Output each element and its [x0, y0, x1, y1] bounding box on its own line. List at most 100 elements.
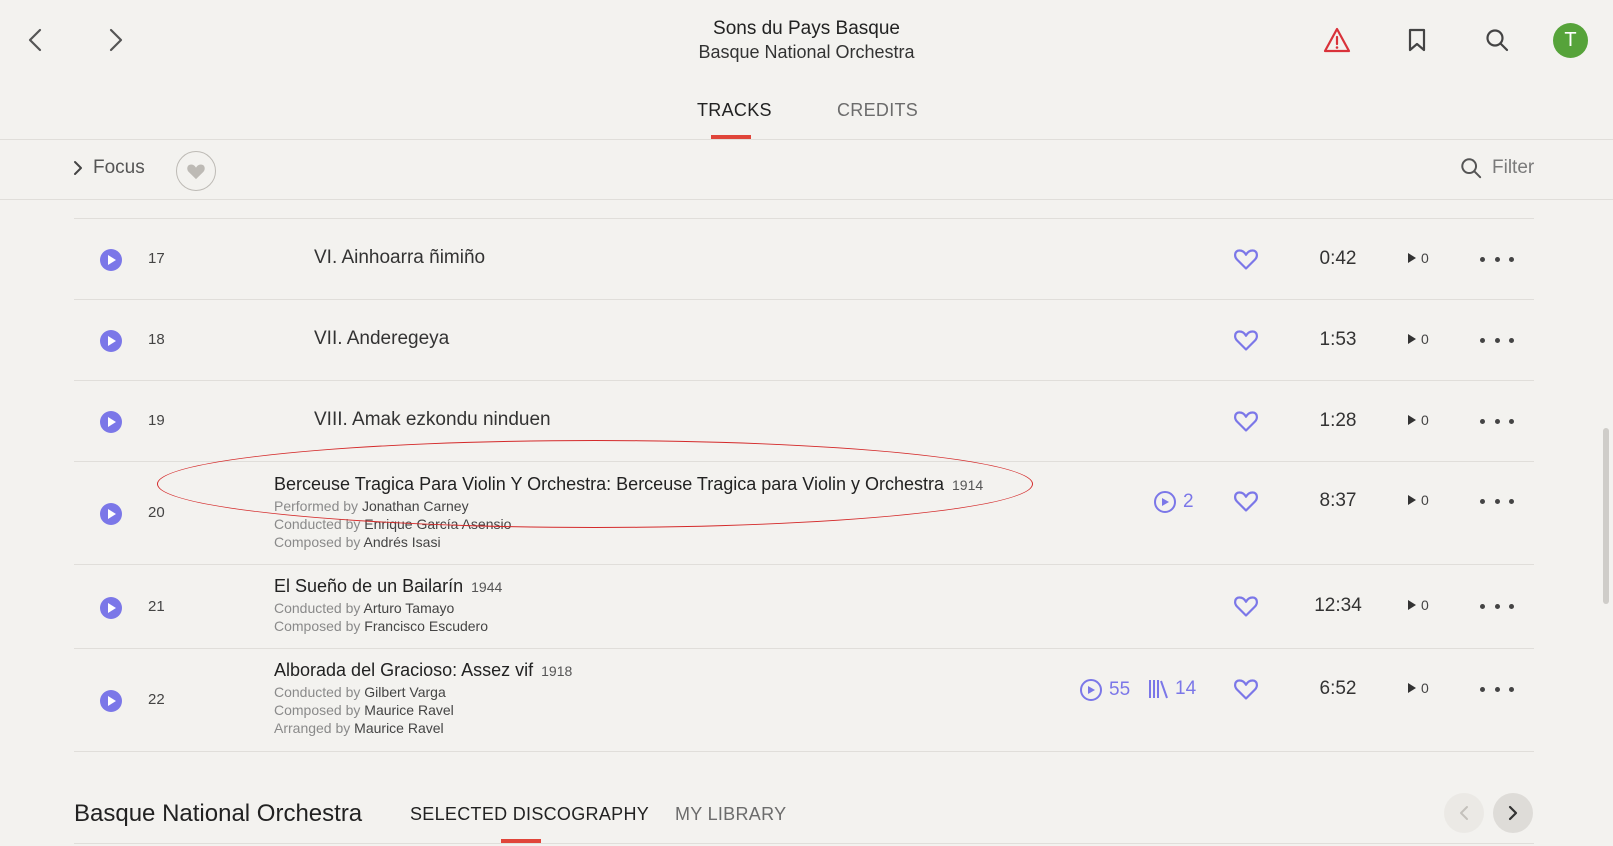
- artist-section: Basque National Orchestra SELECTED DISCO…: [0, 786, 1613, 846]
- library-badge[interactable]: 14: [1147, 678, 1196, 700]
- recordings-count: 55: [1109, 679, 1131, 700]
- search-icon: [1486, 29, 1509, 52]
- favorite-button[interactable]: [1232, 487, 1260, 515]
- filter-button[interactable]: Filter: [1460, 157, 1534, 179]
- more-button[interactable]: [1480, 596, 1514, 616]
- credit-line: Composed by Francisco Escudero: [274, 617, 502, 635]
- play-count: 0: [1407, 412, 1429, 428]
- track-row[interactable]: 2 0 Berceuse Tragica Para Violin Y Orches…: [74, 462, 1534, 565]
- recordings-count: 2: [1183, 491, 1194, 512]
- track-title[interactable]: VII. Anderegeya: [314, 328, 449, 350]
- play-count: 0: [1407, 250, 1429, 266]
- chevron-right-icon: [1508, 805, 1518, 821]
- favorite-album-button[interactable]: [176, 151, 216, 191]
- credit-role: Composed by: [274, 534, 361, 550]
- play-button[interactable]: [100, 330, 122, 352]
- track-number: 18: [148, 331, 165, 348]
- track-title[interactable]: VIII. Amak ezkondu ninduen: [314, 409, 551, 431]
- play-icon: [1408, 600, 1416, 610]
- credit-line: Conducted by Gilbert Varga: [274, 683, 572, 701]
- play-icon: [1408, 683, 1416, 693]
- track-row[interactable]: 17 VI. Ainhoarra ñimiño 0:42 0: [74, 219, 1534, 300]
- divider: [74, 843, 1534, 844]
- play-icon: [108, 509, 116, 519]
- play-button[interactable]: [100, 503, 122, 525]
- track-row[interactable]: 19 VIII. Amak ezkondu ninduen 1:28 0: [74, 381, 1534, 462]
- credit-line: Conducted by Enrique García Asensio: [274, 515, 983, 533]
- heart-icon: [187, 164, 205, 180]
- more-button[interactable]: [1480, 679, 1514, 699]
- track-title[interactable]: Alborada del Gracioso: Assez vif 1918: [274, 658, 572, 683]
- track-details: Berceuse Tragica Para Violin Y Orchestra…: [274, 472, 983, 551]
- search-button[interactable]: [1480, 22, 1514, 58]
- more-button[interactable]: [1480, 330, 1514, 350]
- favorite-button[interactable]: [1232, 245, 1260, 273]
- top-header: Sons du Pays Basque Basque National Orch…: [0, 0, 1613, 140]
- play-count: 0: [1407, 492, 1429, 508]
- track-row[interactable]: 18 VII. Anderegeya 1:53 0: [74, 300, 1534, 381]
- track-title[interactable]: VI. Ainhoarra ñimiño: [314, 247, 485, 269]
- play-count-value: 0: [1421, 680, 1429, 696]
- heart-icon: [1234, 411, 1258, 432]
- recordings-badge[interactable]: 2: [1153, 490, 1194, 514]
- warning-button[interactable]: [1320, 22, 1354, 58]
- heart-icon: [1234, 330, 1258, 351]
- play-button[interactable]: [100, 249, 122, 271]
- track-title[interactable]: El Sueño de un Bailarín 1944: [274, 574, 502, 599]
- track-number: 22: [148, 691, 165, 708]
- favorite-button[interactable]: [1232, 592, 1260, 620]
- credit-role: Conducted by: [274, 600, 361, 616]
- tab-tracks[interactable]: TRACKS: [697, 100, 772, 121]
- play-icon: [108, 417, 116, 427]
- favorite-button[interactable]: [1232, 407, 1260, 435]
- play-button[interactable]: [100, 597, 122, 619]
- play-count-value: 0: [1421, 250, 1429, 266]
- credit-name[interactable]: Andrés Isasi: [364, 534, 441, 550]
- credit-role: Composed by: [274, 702, 361, 718]
- heart-icon: [1234, 491, 1258, 512]
- play-button[interactable]: [100, 690, 122, 712]
- more-button[interactable]: [1480, 411, 1514, 431]
- bookmark-button[interactable]: [1400, 22, 1434, 58]
- credit-name[interactable]: Gilbert Varga: [364, 684, 445, 700]
- play-icon: [108, 255, 116, 265]
- more-button[interactable]: [1480, 491, 1514, 511]
- credit-line: Composed by Maurice Ravel: [274, 701, 572, 719]
- play-icon: [1408, 415, 1416, 425]
- track-row[interactable]: 22 Alborada del Gracioso: Assez vif 1918 …: [74, 649, 1534, 752]
- tab-selected-discography[interactable]: SELECTED DISCOGRAPHY: [410, 804, 649, 825]
- next-page-button[interactable]: [1493, 793, 1533, 833]
- scrollbar-thumb[interactable]: [1603, 428, 1609, 604]
- tab-credits[interactable]: CREDITS: [837, 100, 918, 121]
- warning-icon: [1323, 27, 1351, 53]
- track-duration: 1:53: [1319, 329, 1357, 350]
- avatar[interactable]: T: [1553, 23, 1588, 58]
- favorite-button[interactable]: [1232, 326, 1260, 354]
- track-list: 17 VI. Ainhoarra ñimiño 0:42 0 18 VII. A…: [74, 218, 1534, 752]
- heart-icon: [1234, 596, 1258, 617]
- recordings-badge[interactable]: 55: [1079, 678, 1130, 702]
- credit-name[interactable]: Maurice Ravel: [364, 702, 453, 718]
- credit-name[interactable]: Arturo Tamayo: [364, 600, 455, 616]
- favorite-button[interactable]: [1232, 675, 1260, 703]
- credit-name[interactable]: Jonathan Carney: [362, 498, 469, 514]
- section-title: Basque National Orchestra: [74, 800, 363, 827]
- tab-my-library[interactable]: MY LIBRARY: [675, 804, 786, 825]
- play-button[interactable]: [100, 411, 122, 433]
- album-tabs: TRACKS CREDITS: [0, 100, 1613, 140]
- credit-name[interactable]: Enrique García Asensio: [364, 516, 511, 532]
- track-row[interactable]: 21 El Sueño de un Bailarín 1944 Conducted…: [74, 565, 1534, 649]
- more-button[interactable]: [1480, 249, 1514, 269]
- active-tab-indicator: [711, 135, 751, 139]
- focus-toggle[interactable]: Focus: [73, 157, 145, 179]
- track-duration: 0:42: [1319, 248, 1357, 269]
- track-number: 21: [148, 598, 165, 615]
- track-title[interactable]: Berceuse Tragica Para Violin Y Orchestra…: [274, 472, 983, 497]
- previous-page-button[interactable]: [1444, 793, 1484, 833]
- play-icon: [108, 696, 116, 706]
- recordings-icon: [1080, 679, 1102, 701]
- credit-name[interactable]: Francisco Escudero: [364, 618, 488, 634]
- credit-name[interactable]: Maurice Ravel: [354, 720, 443, 736]
- credit-line: Conducted by Arturo Tamayo: [274, 599, 502, 617]
- track-number: 17: [148, 250, 165, 267]
